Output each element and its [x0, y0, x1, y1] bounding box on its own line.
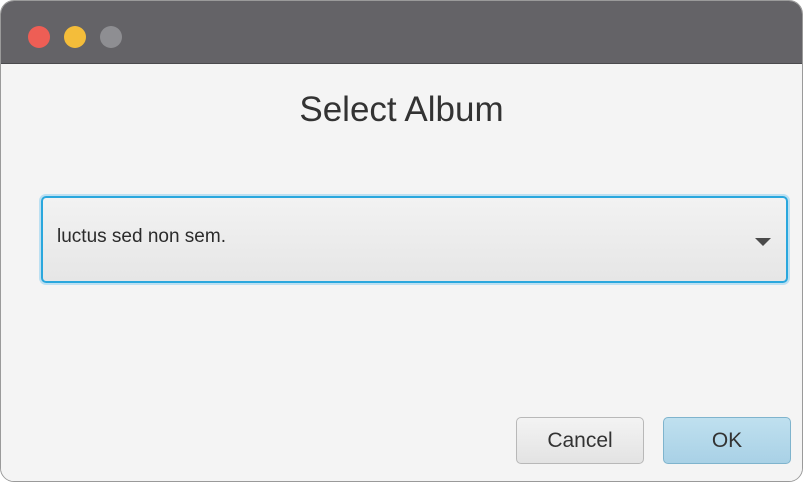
dialog-title: Select Album [299, 90, 504, 129]
ok-button[interactable]: OK [663, 417, 791, 464]
close-window-button[interactable] [28, 26, 50, 48]
title-bar [1, 1, 802, 64]
minimize-window-button[interactable] [64, 26, 86, 48]
dialog-content: Select Album luctus sed non sem. Cancel … [1, 64, 802, 481]
cancel-button[interactable]: Cancel [516, 417, 644, 464]
album-select[interactable]: luctus sed non sem. [41, 196, 788, 283]
zoom-window-button[interactable] [100, 26, 122, 48]
chevron-down-icon [755, 238, 771, 246]
album-select-value: luctus sed non sem. [57, 226, 226, 247]
dialog-window: Select Album luctus sed non sem. Cancel … [0, 0, 803, 482]
